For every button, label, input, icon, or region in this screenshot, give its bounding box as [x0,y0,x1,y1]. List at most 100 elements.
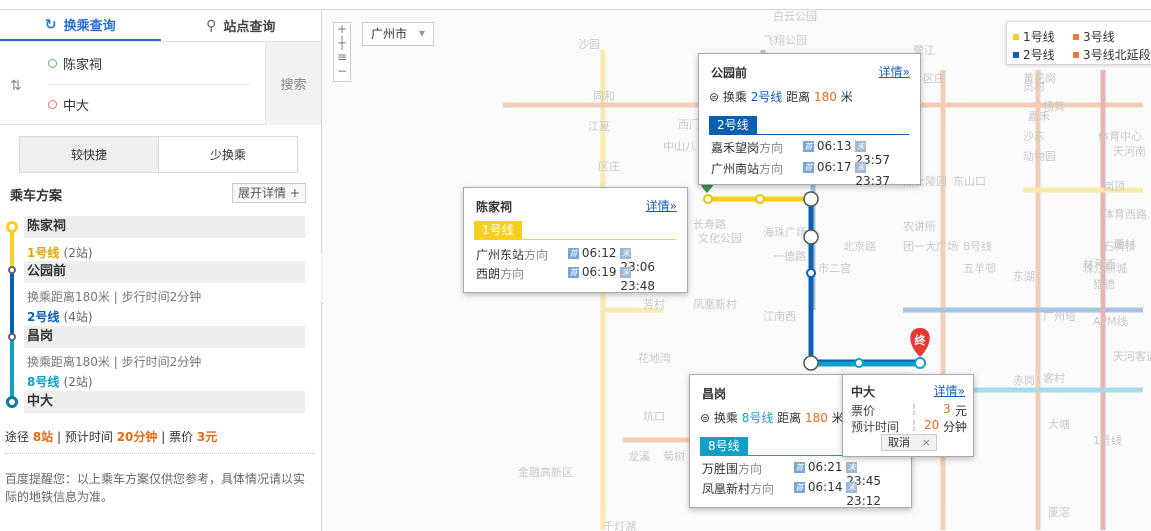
zoom-out-button[interactable]: − [334,65,350,79]
legend-item[interactable]: 2号线 [1013,46,1055,63]
search-button[interactable]: 搜索 [265,42,321,125]
tab-transfer-query[interactable]: ↻ 换乘查询 [0,10,161,41]
last-train-icon: 末 [846,462,858,473]
step-line-3[interactable]: 8号线 (2站) [27,373,93,390]
direction-suffix: 方向 [500,267,525,281]
start-dot-icon [48,58,57,68]
transfer-distance: 180 [805,411,828,425]
transfer-station-icon[interactable] [803,191,819,207]
step-station-4[interactable]: 中大 [24,391,305,413]
step-station-3[interactable]: 昌岗 [24,326,305,348]
route-input-box: ⇅ 陈家祠 中大 搜索 [0,42,321,125]
line-name: 8号线 [27,375,60,389]
legend-item[interactable]: 1号线 [1013,28,1055,45]
map-station-label: 坑口 [643,409,665,423]
map-station-label: 8号线 [963,239,992,253]
end-station-field[interactable]: 中大 [48,94,248,114]
details-link[interactable]: 详情» [934,382,965,399]
first-train-icon: 首 [802,141,814,152]
map-station-label: 大塘 [1048,417,1070,431]
step-station-2[interactable]: 公园前 [24,261,305,283]
cancel-button[interactable]: 取消 × [881,434,937,451]
map-station-label: 沙东 [1023,130,1045,143]
query-tabs: ↻ 换乘查询 ⚲ 站点查询 [0,10,321,42]
map-station-label: 江夏 [588,120,610,133]
legend-item[interactable]: 3号线 [1073,28,1115,45]
step-line-2[interactable]: 2号线 (4站) [27,308,93,325]
end-station-value: 中大 [63,98,90,114]
direction-suffix: 方向 [524,248,549,262]
station-dot[interactable] [755,194,765,204]
transfer-node [8,333,16,341]
line-name: 1号线 [27,246,60,260]
last-train-time: 23:37 [855,174,891,188]
transfer-info: 换乘距离180米 | 步行时间2分钟 [27,355,202,369]
summary-text: 途径 [5,430,33,444]
plan-title: 乘车方案 [10,189,63,204]
legend-label: 3号线 [1083,30,1115,44]
subway-map[interactable]: 白云公园 飞翔公园 沙园 同和 江夏 区庄 黄花岗 区庄 杨箕 体育中心 天河南 五羊邨 珠江新城 体育西… [323,10,1151,531]
origin-node [6,221,18,233]
transfer-icon: ⊜ [709,90,720,104]
map-station-label: 广州塔 [1043,310,1076,323]
first-train-icon: 首 [793,462,805,473]
details-link[interactable]: 详情» [879,63,910,80]
zoom-slider[interactable]: ┼ [334,37,350,51]
first-train-icon: 首 [567,267,579,278]
direction-name: 广州南站 [711,162,760,176]
start-station-field[interactable]: 陈家祠 [48,53,248,73]
time-label: 预计时间 [851,420,900,434]
chevron-down-icon: ▼ [418,29,425,38]
details-link[interactable]: 详情» [646,197,677,214]
transfer-station-icon[interactable] [803,229,819,245]
popup-title: 中大 [851,385,876,399]
step-line-1[interactable]: 1号线 (2站) [27,244,93,261]
transfer-text: 换乘 [713,411,742,425]
map-station-label: 龙溪 [628,450,650,463]
pref-fast-button[interactable]: 较快捷 [20,137,159,172]
last-train-icon: 末 [620,267,632,278]
popup-title: 公园前 [711,66,748,80]
city-value: 广州市 [371,27,408,41]
legend-swatch [1013,51,1019,58]
line-name: 2号线 [27,310,60,324]
direction-row: 凤凰新村方向 首 06:14 末23:12 [702,480,892,508]
transfer-info: 换乘距离180米 | 步行时间2分钟 [27,290,202,304]
first-train-time: 06:12 [581,246,617,260]
map-station-label: 体育中心 [1098,129,1142,143]
station-dot[interactable] [703,194,713,204]
last-train-time: 23:48 [620,279,656,293]
legend-item[interactable]: 3号线北延段 [1073,46,1151,63]
direction-name: 万胜围 [702,462,739,476]
divider [48,84,250,85]
map-station-label: 区庄 [598,159,620,173]
step-station-1[interactable]: 陈家祠 [24,216,305,238]
transfer-station-icon[interactable] [803,355,819,371]
map-station-label: 农讲所 [903,219,936,233]
swap-icon[interactable]: ⇅ [10,78,22,94]
stop-count: (4站) [63,310,93,324]
station-dot[interactable] [914,357,926,369]
map-station-label: 岗顶 [1103,180,1125,193]
legend-label: 3号线北延段 [1083,48,1151,62]
zoom-slider-handle[interactable]: ≡ [334,51,350,65]
expand-details-button[interactable]: 展开详情 + [232,183,306,203]
summary-time: 20分钟 [116,430,158,444]
popup-title: 陈家祠 [476,200,513,214]
map-station-label: 长寿路 [693,217,726,231]
tab-station-query[interactable]: ⚲ 站点查询 [161,10,322,41]
map-station-label: 凤凰新村 [693,297,737,311]
station-dot[interactable] [854,358,864,368]
station-dot[interactable] [806,268,816,278]
last-train-time: 23:12 [846,494,882,508]
zoom-in-button[interactable]: + [334,23,350,37]
city-select[interactable]: 广州市 ▼ [362,22,434,46]
first-train-time: 06:19 [581,265,617,279]
pref-less-transfer-button[interactable]: 少换乘 [159,137,297,172]
transfer-icon: ⊜ [700,411,711,425]
transfer-text: 换乘 [722,90,751,104]
line-badge: 2号线 [709,116,757,134]
first-train-icon: 首 [567,248,579,259]
line-rule [709,134,909,135]
transfer-line: 2号线 [750,90,783,104]
